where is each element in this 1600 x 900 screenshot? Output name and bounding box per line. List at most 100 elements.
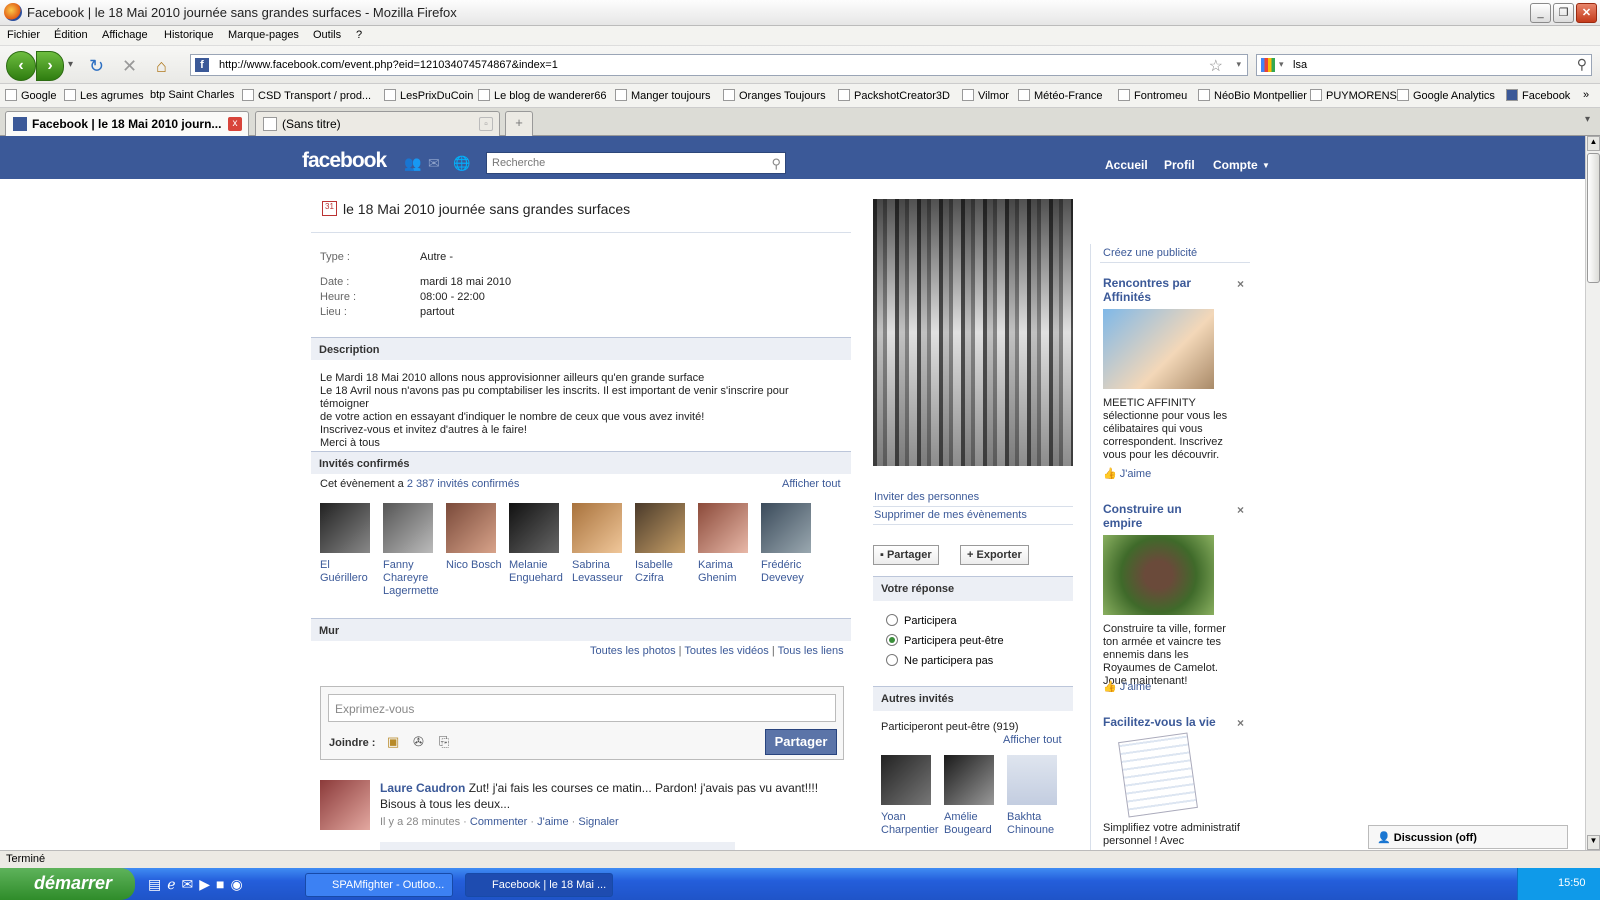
show-all-others-link[interactable]: Afficher tout [1003, 734, 1062, 746]
ad-like[interactable]: 👍 J'aime [1103, 467, 1151, 480]
home-icon[interactable]: ⌂ [156, 56, 167, 77]
bookmark-item[interactable]: Oranges Toujours [723, 89, 826, 102]
ad-image[interactable] [1103, 535, 1214, 615]
guest-name[interactable]: Fanny Chareyre Lagermette [383, 559, 441, 598]
scroll-thumb[interactable] [1587, 153, 1600, 283]
bookmark-item[interactable]: PUYMORENS [1310, 89, 1397, 102]
app-icon[interactable]: ■ [216, 876, 230, 892]
show-all-guests-link[interactable]: Afficher tout [782, 478, 841, 490]
menu-fichier[interactable]: Fichier [7, 29, 40, 41]
guest-item[interactable]: El Guérillero [320, 503, 378, 585]
create-ad-link[interactable]: Créez une publicité [1103, 247, 1197, 259]
menu-outils[interactable]: Outils [313, 29, 341, 41]
guest-name[interactable]: Amélie Bougeard [944, 811, 1002, 837]
google-engine-icon[interactable] [1261, 58, 1275, 72]
forward-button[interactable]: › [36, 51, 64, 81]
ad-title[interactable]: Rencontres par Affinités [1103, 276, 1213, 304]
attach-photo-icon[interactable]: ▣ [387, 734, 399, 750]
close-tab-icon[interactable]: ▫ [479, 117, 493, 131]
guest-item[interactable]: Nico Bosch [446, 503, 504, 572]
radio-button-selected[interactable] [886, 634, 898, 646]
bookmark-item[interactable]: Les agrumes [64, 89, 144, 102]
ie-icon[interactable]: ℯ [167, 876, 181, 892]
guest-item[interactable]: Karima Ghenim [698, 503, 756, 585]
vertical-scrollbar[interactable]: ▲ ▼ [1585, 136, 1600, 850]
guest-name[interactable]: Sabrina Levasseur [572, 559, 630, 585]
chevron-down-icon[interactable]: ▼ [1262, 161, 1270, 170]
bookmarks-overflow-icon[interactable]: » [1583, 89, 1589, 101]
start-button[interactable]: démarrer [0, 868, 135, 900]
guest-item[interactable]: Amélie Bougeard [944, 755, 1002, 837]
ad-like[interactable]: 👍 J'aime [1103, 680, 1151, 693]
facebook-logo[interactable]: facebook [302, 149, 387, 173]
bookmark-item[interactable]: Le blog de wanderer66 [478, 89, 607, 102]
guest-item[interactable]: Frédéric Devevey [761, 503, 819, 585]
scroll-down-icon[interactable]: ▼ [1587, 835, 1600, 850]
guest-name[interactable]: Frédéric Devevey [761, 559, 819, 585]
back-button[interactable]: ‹ [6, 51, 36, 81]
scroll-up-icon[interactable]: ▲ [1587, 136, 1600, 151]
bookmark-item[interactable]: CSD Transport / prod... [242, 89, 371, 102]
all-links-link[interactable]: Tous les liens [778, 645, 844, 657]
menu-historique[interactable]: Historique [164, 29, 214, 41]
tab-list-icon[interactable]: ▾ [1585, 114, 1590, 125]
search-icon[interactable]: ⚲ [1577, 56, 1587, 73]
all-photos-link[interactable]: Toutes les photos [590, 645, 676, 657]
clock[interactable]: 15:50 [1558, 877, 1586, 889]
guest-name[interactable]: Yoan Charpentier [881, 811, 939, 837]
nav-compte[interactable]: Compte [1213, 158, 1258, 172]
bookmark-item[interactable]: Google [5, 89, 56, 102]
guest-item[interactable]: Bakhta Chinoune [1007, 755, 1065, 837]
guest-item[interactable]: Sabrina Levasseur [572, 503, 630, 585]
bookmark-item[interactable]: btp Saint Charles [150, 89, 234, 101]
guest-name[interactable]: Nico Bosch [446, 559, 504, 572]
guest-item[interactable]: Fanny Chareyre Lagermette [383, 503, 441, 598]
bookmark-item[interactable]: Manger toujours [615, 89, 711, 102]
close-window-button[interactable]: ✕ [1576, 3, 1597, 23]
radio-button[interactable] [886, 614, 898, 626]
guest-item[interactable]: Yoan Charpentier [881, 755, 939, 837]
task-spamfighter[interactable]: SPAMfighter - Outloo... [305, 873, 453, 897]
ad-title[interactable]: Construire un empire [1103, 502, 1213, 530]
ad-image[interactable] [1118, 732, 1198, 818]
guest-name[interactable]: Bakhta Chinoune [1007, 811, 1065, 837]
chrome-icon[interactable]: ◉ [231, 876, 249, 892]
post-author[interactable]: Laure Caudron [380, 781, 465, 795]
reload-icon[interactable]: ↻ [89, 56, 104, 77]
event-photo[interactable] [873, 199, 1073, 466]
facebook-search-input[interactable]: Recherche ⚲ [486, 152, 786, 174]
new-tab-button[interactable]: + [505, 111, 533, 136]
guest-name[interactable]: Isabelle Czifra [635, 559, 693, 585]
quicklaunch-app-icon[interactable]: ▤ [148, 876, 167, 892]
browser-search-box[interactable]: ▾ lsa ⚲ [1256, 54, 1592, 76]
attach-video-icon[interactable]: ✇ [413, 734, 424, 750]
report-link[interactable]: Signaler [578, 816, 618, 828]
url-bar[interactable]: f http://www.facebook.com/event.php?eid=… [190, 54, 1248, 76]
avatar[interactable] [320, 780, 370, 830]
url-dropdown-icon[interactable]: ▾ [1236, 59, 1241, 70]
bookmark-item[interactable]: LesPrixDuCoin [384, 89, 473, 102]
nav-profil[interactable]: Profil [1164, 158, 1195, 172]
close-icon[interactable]: × [1237, 277, 1244, 291]
search-icon[interactable]: ⚲ [771, 156, 781, 172]
engine-dropdown-icon[interactable]: ▾ [1279, 59, 1284, 70]
menu-help[interactable]: ? [356, 29, 362, 41]
bookmark-item[interactable]: Google Analytics [1397, 89, 1495, 102]
menu-marque-pages[interactable]: Marque-pages [228, 29, 299, 41]
bookmark-item[interactable]: Vilmor [962, 89, 1009, 102]
tab-sans-titre[interactable]: (Sans titre) ▫ [255, 111, 500, 136]
menu-edition[interactable]: Édition [54, 29, 88, 41]
export-button[interactable]: + Exporter [960, 545, 1029, 565]
response-option[interactable]: Participera peut-être [886, 634, 1004, 647]
stop-icon[interactable]: ✕ [122, 56, 137, 77]
outlook-icon[interactable]: ✉ [182, 876, 200, 892]
attach-link-icon[interactable]: ⎘ [439, 734, 449, 750]
maximize-button[interactable]: ❐ [1553, 3, 1574, 23]
composer-input[interactable]: Exprimez-vous [328, 694, 836, 722]
chat-bar[interactable]: 👤 Discussion (off) [1368, 825, 1568, 849]
guest-item[interactable]: Isabelle Czifra [635, 503, 693, 585]
close-icon[interactable]: × [1237, 503, 1244, 517]
bookmark-star-icon[interactable]: ☆ [1209, 56, 1223, 76]
share-post-button[interactable]: Partager [765, 729, 837, 755]
menu-affichage[interactable]: Affichage [102, 29, 148, 41]
